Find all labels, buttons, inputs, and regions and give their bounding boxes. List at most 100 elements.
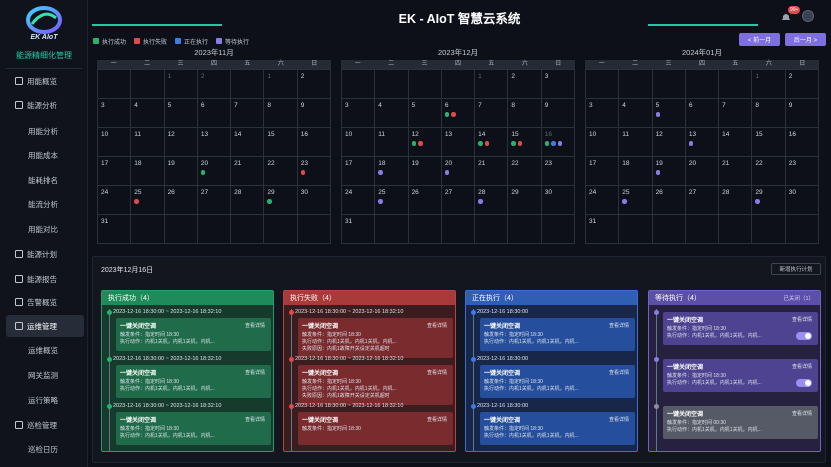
calendar-day[interactable]: 9 bbox=[541, 99, 575, 128]
enable-toggle[interactable] bbox=[796, 379, 812, 387]
calendar-day[interactable]: 13 bbox=[441, 128, 476, 157]
calendar-day[interactable]: 26 bbox=[652, 186, 686, 215]
calendar-day[interactable] bbox=[475, 215, 509, 244]
calendar-day[interactable]: 17 bbox=[98, 157, 132, 186]
calendar-day[interactable]: 23 bbox=[541, 157, 575, 186]
calendar-day[interactable]: 7 bbox=[231, 99, 265, 128]
calendar-day[interactable]: 23 bbox=[785, 157, 819, 186]
calendar-day[interactable]: 1 bbox=[475, 70, 509, 99]
plan-card[interactable]: 一键关闭空调 查看详情 触发条件：指定时间 18:30 执行动作：内机1关机，内机1关… bbox=[480, 318, 635, 351]
nav-item[interactable]: 用能对比 bbox=[0, 218, 88, 240]
calendar-day[interactable]: 22 bbox=[508, 157, 542, 186]
calendar-day[interactable]: 12 bbox=[408, 128, 442, 157]
calendar-day[interactable] bbox=[197, 215, 232, 244]
calendar-day[interactable]: 3 bbox=[98, 99, 132, 128]
calendar-day[interactable]: 20 bbox=[197, 157, 232, 186]
plan-card[interactable]: 一键关闭空调 查看详情 触发条件：指定时间 18:30 执行动作：内机1关机，内机1关… bbox=[480, 365, 635, 398]
calendar-day[interactable] bbox=[264, 215, 298, 244]
calendar-day[interactable]: 20 bbox=[685, 157, 720, 186]
calendar-day[interactable]: 21 bbox=[475, 157, 509, 186]
view-details-link[interactable]: 查看详情 bbox=[245, 369, 265, 376]
calendar-day[interactable]: 17 bbox=[586, 157, 620, 186]
nav-item[interactable]: 能源报告 bbox=[0, 268, 88, 290]
new-plan-button[interactable]: 新增执行计划 bbox=[771, 263, 821, 275]
calendar-day[interactable]: 16 bbox=[297, 128, 331, 157]
calendar-day[interactable] bbox=[408, 70, 442, 99]
calendar-day[interactable]: 24 bbox=[342, 186, 376, 215]
calendar-day[interactable]: 8 bbox=[508, 99, 542, 128]
nav-item[interactable]: 能耗排名 bbox=[0, 169, 88, 191]
calendar-day[interactable]: 3 bbox=[586, 99, 620, 128]
calendar-day[interactable]: 15 bbox=[508, 128, 542, 157]
calendar-day[interactable]: 1 bbox=[164, 70, 198, 99]
calendar-day[interactable]: 4 bbox=[375, 99, 409, 128]
view-details-link[interactable]: 查看详情 bbox=[427, 322, 447, 329]
calendar-day[interactable] bbox=[541, 215, 575, 244]
calendar-day[interactable]: 12 bbox=[164, 128, 198, 157]
view-details-link[interactable]: 查看详情 bbox=[792, 316, 812, 323]
calendar-day[interactable] bbox=[752, 215, 786, 244]
calendar-day[interactable]: 2 bbox=[197, 70, 232, 99]
calendar-day[interactable] bbox=[131, 215, 165, 244]
calendar-day[interactable] bbox=[231, 70, 265, 99]
calendar-day[interactable]: 28 bbox=[475, 186, 509, 215]
nav-item[interactable]: 能源计划 bbox=[0, 243, 88, 265]
calendar-day[interactable]: 29 bbox=[264, 186, 298, 215]
calendar-day[interactable] bbox=[508, 215, 542, 244]
calendar-day[interactable]: 6 bbox=[441, 99, 476, 128]
calendar-day[interactable]: 26 bbox=[408, 186, 442, 215]
plan-card[interactable]: 一键关闭空调 查看详情 触发条件：指定时间 18:30 执行动作：内机1关机，内机1关… bbox=[298, 365, 453, 405]
calendar-day[interactable]: 29 bbox=[508, 186, 542, 215]
calendar-day[interactable]: 8 bbox=[264, 99, 298, 128]
calendar-day[interactable]: 14 bbox=[475, 128, 509, 157]
next-month-button[interactable]: 后一月 > bbox=[785, 33, 826, 46]
calendar-day[interactable]: 27 bbox=[441, 186, 476, 215]
calendar-day[interactable]: 13 bbox=[685, 128, 720, 157]
nav-item[interactable]: 运维概览 bbox=[0, 339, 88, 361]
calendar-day[interactable]: 27 bbox=[685, 186, 720, 215]
calendar-day[interactable]: 30 bbox=[541, 186, 575, 215]
calendar-day[interactable]: 19 bbox=[652, 157, 686, 186]
view-details-link[interactable]: 查看详情 bbox=[427, 416, 447, 423]
view-details-link[interactable]: 查看详情 bbox=[245, 416, 265, 423]
calendar-day[interactable]: 31 bbox=[342, 215, 376, 244]
calendar-day[interactable]: 18 bbox=[619, 157, 653, 186]
plan-card[interactable]: 一键关闭空调 查看详情 触发条件：指定时间 18:30 bbox=[298, 412, 453, 445]
calendar-day[interactable]: 5 bbox=[652, 99, 686, 128]
calendar-day[interactable]: 3 bbox=[541, 70, 575, 99]
plan-card[interactable]: 一键关闭空调 查看详情 触发条件：指定时间 18:30 执行动作：内机1关机，内机1关… bbox=[116, 318, 271, 351]
nav-item[interactable]: 用能概览 bbox=[0, 70, 88, 92]
calendar-day[interactable]: 22 bbox=[264, 157, 298, 186]
avatar[interactable] bbox=[802, 10, 814, 22]
calendar-day[interactable] bbox=[231, 215, 265, 244]
plan-card[interactable]: 一键关闭空调 查看详情 触发条件：指定时间 18:30 执行动作：内机1关机，内机1关… bbox=[663, 312, 818, 345]
calendar-day[interactable] bbox=[375, 215, 409, 244]
calendar-day[interactable]: 10 bbox=[342, 128, 376, 157]
calendar-day[interactable]: 1 bbox=[264, 70, 298, 99]
prev-month-button[interactable]: < 前一月 bbox=[739, 33, 780, 46]
calendar-day[interactable]: 2 bbox=[508, 70, 542, 99]
nav-item[interactable]: 用能分析 bbox=[0, 120, 88, 142]
calendar-day[interactable]: 10 bbox=[586, 128, 620, 157]
plan-card[interactable]: 一键关闭空调 查看详情 触发条件：指定时间 18:30 执行动作：内机1关机，内机1关… bbox=[116, 365, 271, 398]
nav-item[interactable]: 能流分析 bbox=[0, 193, 88, 215]
calendar-day[interactable]: 30 bbox=[297, 186, 331, 215]
calendar-day[interactable]: 11 bbox=[619, 128, 653, 157]
calendar-day[interactable]: 20 bbox=[441, 157, 476, 186]
calendar-day[interactable]: 21 bbox=[719, 157, 753, 186]
calendar-day[interactable] bbox=[719, 70, 753, 99]
nav-item[interactable]: 网关监测 bbox=[0, 364, 88, 386]
calendar-day[interactable]: 18 bbox=[375, 157, 409, 186]
calendar-day[interactable]: 7 bbox=[475, 99, 509, 128]
calendar-day[interactable]: 10 bbox=[98, 128, 132, 157]
calendar-day[interactable] bbox=[652, 215, 686, 244]
plan-card[interactable]: 一键关闭空调 查看详情 触发条件：指定时间 18:30 执行动作：内机1关机，内机1关… bbox=[116, 412, 271, 445]
calendar-day[interactable]: 18 bbox=[131, 157, 165, 186]
calendar-day[interactable]: 6 bbox=[685, 99, 720, 128]
calendar-day[interactable] bbox=[619, 70, 653, 99]
view-details-link[interactable]: 查看详情 bbox=[609, 416, 629, 423]
calendar-day[interactable] bbox=[408, 215, 442, 244]
view-details-link[interactable]: 查看详情 bbox=[609, 369, 629, 376]
calendar-day[interactable]: 23 bbox=[297, 157, 331, 186]
nav-item[interactable]: 运维管理 bbox=[6, 315, 84, 337]
